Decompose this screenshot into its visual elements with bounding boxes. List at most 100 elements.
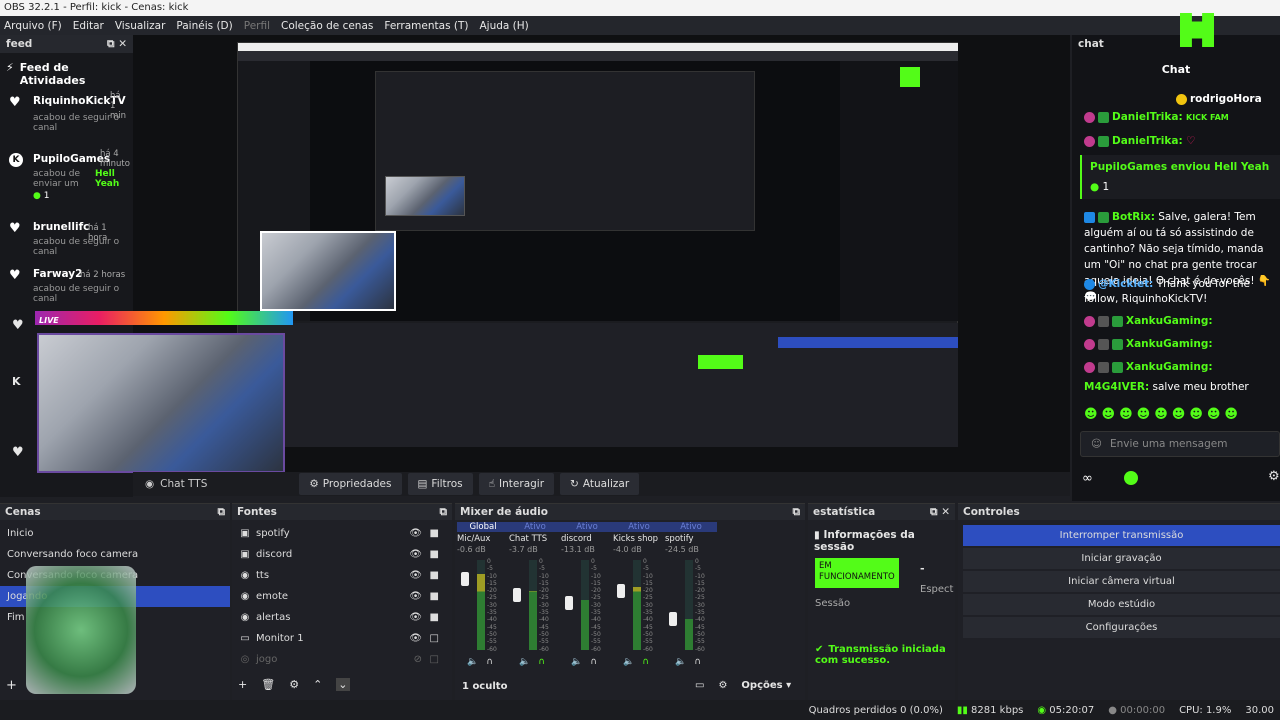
source-item[interactable]: ▣ discord 👁 ■ [232, 544, 452, 565]
headphones-icon[interactable]: ∩ [694, 657, 701, 667]
add-icon[interactable]: + [238, 678, 247, 691]
chat-input[interactable]: ☺ Envie uma mensagem [1080, 431, 1280, 457]
properties-button[interactable]: ⚙ Propriedades [299, 473, 402, 495]
gear-icon[interactable]: ⚙ [289, 678, 299, 691]
channel-tag: Ativo [509, 522, 561, 532]
scene-item[interactable]: Conversando foco camera [0, 544, 230, 565]
source-item[interactable]: ◉ alertas 👁 ■ [232, 607, 452, 628]
source-item[interactable]: ◉ emote 👁 ■ [232, 586, 452, 607]
headphones-icon[interactable]: ∩ [590, 657, 597, 667]
options-button[interactable]: Opções ▾ [741, 680, 791, 691]
db-tick: -45 [539, 623, 549, 631]
source-item[interactable]: ▭ Monitor 1 👁 □ [232, 628, 452, 649]
heart-icon: ♥ [12, 445, 24, 460]
db-tick: -10 [643, 572, 653, 580]
db-scale: 0 -5 -10 -15 -20 -25 -30 -35 -40 -45 -50 -55 -60 [643, 558, 653, 653]
chart-icon: ▮ [814, 529, 820, 541]
source-item[interactable]: ▣ spotify 👁 ■ [232, 523, 452, 544]
volume-slider[interactable] [617, 584, 625, 598]
volume-slider[interactable] [513, 588, 521, 602]
gear-icon[interactable]: ⚙ [718, 680, 727, 691]
selected-source: ◉ Chat TTS [145, 478, 208, 490]
channel-name[interactable]: discord [561, 534, 613, 544]
chat-message: rodrigoHora [1176, 93, 1262, 105]
speaker-icon[interactable]: 🔈 [675, 657, 686, 667]
channel-controls: 🔈 ∩ [675, 657, 701, 667]
db-tick: -5 [695, 565, 701, 573]
chat-message: @Kicklet: Thank you for the follow, Riqu… [1084, 278, 1250, 305]
menu-help[interactable]: Ajuda (H) [479, 20, 528, 32]
eye-icon: 👁 [409, 528, 422, 539]
controls-dock: Controles Interromper transmissão Inicia… [958, 503, 1280, 700]
menu-docks[interactable]: Painéis (D) [176, 20, 232, 32]
feed-item-name: PupiloGames [33, 153, 111, 165]
float-icon: ⧉ [439, 505, 448, 518]
studio-mode-button[interactable]: Modo estúdio [963, 594, 1280, 615]
volume-slider[interactable] [461, 572, 469, 586]
settings-button[interactable]: Configurações [963, 617, 1280, 638]
lock-icon: ■ [429, 549, 439, 560]
browser-icon: ◉ [145, 478, 155, 490]
db-tick: -35 [539, 609, 549, 617]
menu-view[interactable]: Visualizar [115, 20, 166, 32]
users-icon[interactable]: ∞ [1082, 471, 1093, 486]
feed-item-text: acabou de seguir o canal [33, 237, 120, 257]
webcam-image [37, 333, 285, 473]
feed-item-name: brunellifc [33, 221, 90, 233]
expected-label: Espect [920, 584, 954, 595]
gear-icon[interactable]: ⚙ [1268, 469, 1280, 484]
refresh-button[interactable]: ↻ Atualizar [560, 473, 640, 495]
kick-points-icon[interactable] [1124, 471, 1138, 485]
trash-icon[interactable]: 🗑 [261, 678, 275, 691]
menu-file[interactable]: Arquivo (F) [4, 20, 62, 32]
menu-profile[interactable]: Perfil [244, 20, 270, 32]
db-tick: 0 [695, 558, 699, 565]
channel-name[interactable]: Chat TTS [509, 534, 561, 544]
channel-tag: Ativo [665, 522, 717, 532]
db-tick: -10 [695, 572, 705, 580]
volume-meter [477, 560, 485, 650]
eye-icon: 👁 [409, 591, 422, 602]
db-tick: -50 [591, 630, 601, 638]
source-item[interactable]: ◉ tts 👁 ■ [232, 565, 452, 586]
channel-name[interactable]: Mic/Aux [457, 534, 509, 544]
up-icon[interactable]: ⌃ [313, 678, 322, 691]
source-item[interactable]: ◎ jogo ⊘ □ [232, 649, 452, 670]
scene-item[interactable]: Inicio [0, 523, 230, 544]
start-recording-button[interactable]: Iniciar gravação [963, 548, 1280, 569]
channel-name[interactable]: spotify [665, 534, 717, 544]
headphones-icon[interactable]: ∩ [642, 657, 649, 667]
add-scene-icon[interactable]: + [6, 678, 17, 693]
volume-slider[interactable] [669, 612, 677, 626]
layout-icon[interactable]: ▭ [695, 680, 704, 691]
menu-edit[interactable]: Editar [73, 20, 104, 32]
channel-tag: Ativo [613, 522, 665, 532]
headphones-icon[interactable]: ∩ [486, 657, 493, 667]
menu-scene-collection[interactable]: Coleção de cenas [281, 20, 373, 32]
channel-db: -24.5 dB [665, 545, 699, 554]
dock-controls[interactable]: ⧉ ✕ [107, 38, 127, 51]
emote-bar[interactable]: ☻☻☻☻☻☻☻☻☻ [1084, 407, 1242, 422]
emoji-icon[interactable]: ☺ [1091, 438, 1102, 450]
menu-tools[interactable]: Ferramentas (T) [384, 20, 468, 32]
db-tick: -40 [539, 616, 549, 624]
headphones-icon[interactable]: ∩ [538, 657, 545, 667]
inner-status [698, 355, 743, 369]
speaker-icon[interactable]: 🔈 [623, 657, 634, 667]
speaker-icon[interactable]: 🔈 [467, 657, 478, 667]
down-icon[interactable]: ⌄ [336, 678, 350, 691]
channel-name[interactable]: Kicks shop [613, 534, 665, 544]
speaker-icon[interactable]: 🔈 [571, 657, 582, 667]
hand-icon: ☝ [488, 478, 496, 490]
filters-button[interactable]: ▤ Filtros [407, 473, 473, 495]
sub-badge-icon [1084, 315, 1095, 327]
db-tick: -20 [643, 587, 653, 595]
verified-icon [1112, 361, 1123, 373]
stop-streaming-button[interactable]: Interromper transmissão [963, 525, 1280, 546]
speaker-icon[interactable]: 🔈 [519, 657, 530, 667]
start-virtual-camera-button[interactable]: Iniciar câmera virtual [963, 571, 1280, 592]
volume-slider[interactable] [565, 596, 573, 610]
interact-button[interactable]: ☝ Interagir [478, 473, 555, 495]
db-tick: -35 [591, 609, 601, 617]
webcam-image [386, 177, 464, 215]
